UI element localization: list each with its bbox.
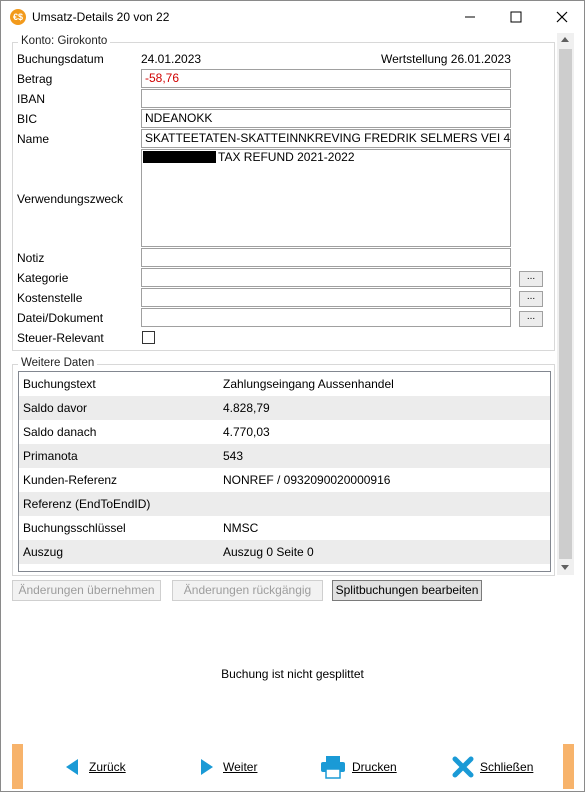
row-value: 4.828,79 [223, 401, 270, 415]
kategorie-field[interactable] [141, 268, 511, 287]
iban-field[interactable] [141, 89, 511, 108]
table-row: Buchungstext Zahlungseingang Aussenhande… [19, 372, 550, 396]
kostenstelle-label: Kostenstelle [17, 291, 83, 305]
row-key: Saldo davor [23, 401, 88, 415]
arrow-left-icon [66, 759, 78, 775]
zurueck-label: Zurück [89, 760, 126, 774]
row-key: Kunden-Referenz [23, 473, 118, 487]
row-key: Auszug [23, 545, 64, 559]
split-status-text: Buchung ist nicht gesplittet [221, 667, 364, 681]
row-key: Saldo danach [23, 425, 97, 439]
uebernehmen-button[interactable]: Änderungen übernehmen [12, 580, 161, 601]
window-title: Umsatz-Details 20 von 22 [32, 10, 170, 24]
row-key: GV-Code [23, 569, 72, 571]
minimize-icon [465, 16, 475, 17]
kostenstelle-field[interactable] [141, 288, 511, 307]
datei-browse-button[interactable]: ... [519, 311, 543, 327]
app-icon: €$ [10, 9, 26, 25]
row-value: NMSC [223, 521, 259, 535]
wertstellung-value: Wertstellung 26.01.2023 [381, 52, 511, 66]
bic-label: BIC [17, 112, 38, 126]
kategorie-label: Kategorie [17, 271, 69, 285]
betrag-label: Betrag [17, 72, 53, 86]
row-key: Buchungstext [23, 377, 96, 391]
close-icon [556, 11, 568, 22]
betrag-field[interactable]: -58,76 [141, 69, 511, 88]
scrollbar-thumb[interactable] [559, 49, 572, 559]
kostenstelle-browse-button[interactable]: ... [519, 291, 543, 307]
steuer-relevant-label: Steuer-Relevant [17, 331, 104, 345]
buchungsdatum-value: 24.01.2023 [141, 52, 202, 66]
drucken-button[interactable]: Drucken [320, 753, 397, 781]
table-row: Referenz (EndToEndID) [19, 492, 550, 516]
konto-legend: Konto: Girokonto [18, 35, 111, 47]
maximize-icon [510, 11, 522, 22]
verwendungszweck-text: TAX REFUND 2021-2022 [218, 150, 355, 164]
table-row: Kunden-Referenz NONREF / 093209002000091… [19, 468, 550, 492]
row-value: 4.770,03 [223, 425, 270, 439]
weitere-daten-legend: Weitere Daten [18, 357, 98, 369]
redacted-block [143, 151, 216, 163]
buchungsdatum-label: Buchungsdatum [17, 52, 104, 66]
table-row: GV-Code 202 [19, 564, 550, 571]
splitbuchungen-button[interactable]: Splitbuchungen bearbeiten [332, 580, 482, 601]
row-key: Buchungsschlüssel [23, 521, 126, 535]
umsatz-details-window: €$ Umsatz-Details 20 von 22 Konto: Girok… [0, 0, 585, 792]
notiz-label: Notiz [17, 251, 45, 265]
weitere-daten-table[interactable]: Buchungstext Zahlungseingang Aussenhande… [18, 371, 551, 572]
verwendungszweck-label: Verwendungszweck [17, 192, 124, 206]
schliessen-label: Schließen [480, 760, 534, 774]
kategorie-browse-button[interactable]: ... [519, 271, 543, 287]
row-value: 543 [223, 449, 244, 463]
row-value: Zahlungseingang Aussenhandel [223, 377, 394, 391]
bic-field[interactable]: NDEANOKK [141, 109, 511, 128]
datei-field[interactable] [141, 308, 511, 327]
iban-label: IBAN [17, 92, 46, 106]
row-key: Referenz (EndToEndID) [23, 497, 151, 511]
schliessen-button[interactable]: Schließen [452, 753, 533, 781]
drucken-label: Drucken [352, 760, 397, 774]
datei-label: Datei/Dokument [17, 311, 104, 325]
table-row: Saldo davor 4.828,79 [19, 396, 550, 420]
minimize-button[interactable] [447, 1, 493, 32]
table-row: Saldo danach 4.770,03 [19, 420, 550, 444]
table-row: Primanota 543 [19, 444, 550, 468]
steuer-relevant-checkbox[interactable] [142, 331, 155, 344]
name-field[interactable]: SKATTEETATEN-SKATTEINNKREVING FREDRIK SE… [141, 129, 511, 148]
name-label: Name [17, 132, 50, 146]
verwendungszweck-field[interactable]: TAX REFUND 2021-2022 [141, 149, 511, 247]
left-accent-bar [12, 744, 23, 789]
right-accent-bar [563, 744, 574, 789]
arrow-right-icon [201, 759, 213, 775]
row-value: 202 [223, 569, 243, 571]
vertical-scrollbar[interactable] [557, 33, 574, 575]
weiter-label: Weiter [223, 760, 258, 774]
rueckgaengig-button[interactable]: Änderungen rückgängig [172, 580, 323, 601]
row-value: Auszug 0 Seite 0 [223, 545, 314, 559]
zurueck-button[interactable]: Zurück [63, 753, 126, 781]
weiter-button[interactable]: Weiter [197, 753, 257, 781]
scroll-up-icon[interactable] [561, 37, 569, 42]
close-x-icon [452, 756, 474, 778]
maximize-button[interactable] [493, 1, 539, 32]
row-key: Primanota [23, 449, 78, 463]
scroll-down-icon[interactable] [561, 565, 569, 570]
notiz-field[interactable] [141, 248, 511, 267]
close-window-button[interactable] [539, 1, 585, 32]
row-value: NONREF / 0932090020000916 [223, 473, 391, 487]
printer-icon [321, 756, 345, 779]
title-bar: €$ Umsatz-Details 20 von 22 [1, 1, 584, 32]
table-row: Auszug Auszug 0 Seite 0 [19, 540, 550, 564]
table-row: Buchungsschlüssel NMSC [19, 516, 550, 540]
